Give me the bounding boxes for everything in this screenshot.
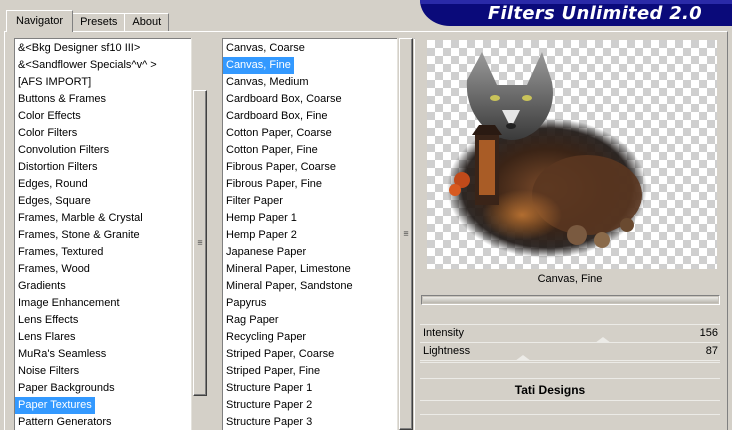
param-value: 87 (705, 345, 718, 357)
category-list-item[interactable]: Buttons & Frames (15, 91, 109, 108)
filter-list[interactable]: Canvas, Coarse Canvas, Fine Canvas, Medium… (222, 38, 415, 430)
banner-title: Filters Unlimited 2.0 (487, 3, 702, 24)
filter-list-item[interactable]: Fibrous Paper, Coarse (223, 159, 339, 176)
filter-list-item[interactable]: Mineral Paper, Sandstone (223, 278, 356, 295)
divider (420, 414, 720, 415)
tab-strip: Navigator Presets About (6, 10, 170, 32)
category-list-item[interactable]: Paper Backgrounds (15, 380, 118, 397)
filter-list-item[interactable]: Canvas, Fine (223, 57, 294, 74)
divider (420, 362, 720, 363)
filter-list-item[interactable]: Striped Paper, Coarse (223, 346, 337, 363)
category-list-item[interactable]: Gradients (15, 278, 69, 295)
divider (420, 400, 720, 401)
param-intensity[interactable]: Intensity 156 (420, 326, 720, 343)
filter-list-item[interactable]: Canvas, Coarse (223, 40, 308, 57)
filter-list-item[interactable]: Recycling Paper (223, 329, 309, 346)
category-list-item[interactable]: Color Filters (15, 125, 80, 142)
category-scrollbar[interactable]: ≡ (191, 38, 208, 430)
param-lightness[interactable]: Lightness 87 (420, 344, 720, 361)
category-list-item[interactable]: Edges, Round (15, 176, 91, 193)
preview-zoom-slider[interactable] (421, 295, 720, 305)
category-list-item[interactable]: &<Sandflower Specials^v^ > (15, 57, 160, 74)
category-list-item[interactable]: Paper Textures (15, 397, 95, 414)
selected-filter-name: Canvas, Fine (537, 273, 603, 285)
category-list-item[interactable]: Lens Flares (15, 329, 78, 346)
category-list-item[interactable]: Frames, Stone & Granite (15, 227, 143, 244)
category-list[interactable]: &<Bkg Designer sf10 III> &<Sandflower Spe… (14, 38, 207, 430)
grip-icon: ≡ (403, 228, 409, 239)
filter-list-item[interactable]: Structure Paper 1 (223, 380, 315, 397)
tab-navigator[interactable]: Navigator (6, 10, 74, 32)
title-banner: Filters Unlimited 2.0 (420, 0, 732, 26)
filter-list-item[interactable]: Papyrus (223, 295, 269, 312)
grip-icon: ≡ (197, 237, 203, 248)
filter-list-item[interactable]: Japanese Paper (223, 244, 309, 261)
category-list-item[interactable]: [AFS IMPORT] (15, 74, 94, 91)
param-label: Intensity (423, 327, 464, 339)
category-list-item[interactable]: Color Effects (15, 108, 84, 125)
category-list-item[interactable]: Frames, Marble & Crystal (15, 210, 146, 227)
category-list-item[interactable]: Distortion Filters (15, 159, 100, 176)
category-list-item[interactable]: Frames, Wood (15, 261, 93, 278)
filter-list-item[interactable]: Mineral Paper, Limestone (223, 261, 354, 278)
filter-list-item[interactable]: Cotton Paper, Coarse (223, 125, 335, 142)
category-list-item[interactable]: Convolution Filters (15, 142, 112, 159)
param-value: 156 (699, 327, 718, 339)
filter-list-item[interactable]: Structure Paper 3 (223, 414, 315, 430)
filter-scrollbar[interactable]: ≡ (397, 38, 414, 430)
slider-tick-icon (515, 355, 531, 361)
category-list-item[interactable]: &<Bkg Designer sf10 III> (15, 40, 143, 57)
preview-image (427, 40, 717, 269)
category-list-item[interactable]: Lens Effects (15, 312, 81, 329)
param-label: Lightness (423, 345, 471, 357)
divider (420, 378, 720, 379)
tab-presets[interactable]: Presets (72, 13, 126, 32)
category-list-item[interactable]: Pattern Generators (15, 414, 115, 430)
category-list-item[interactable]: Frames, Textured (15, 244, 106, 261)
category-scroll-thumb[interactable]: ≡ (193, 90, 207, 396)
filter-list-item[interactable]: Fibrous Paper, Fine (223, 176, 325, 193)
filter-list-item[interactable]: Hemp Paper 1 (223, 210, 300, 227)
category-list-item[interactable]: Edges, Square (15, 193, 94, 210)
wolf-scene-image (447, 52, 647, 258)
filter-list-item[interactable]: Structure Paper 2 (223, 397, 315, 414)
filter-scroll-thumb[interactable]: ≡ (399, 38, 413, 430)
category-list-item[interactable]: Image Enhancement (15, 295, 123, 312)
filter-list-item[interactable]: Canvas, Medium (223, 74, 312, 91)
filter-list-item[interactable]: Filter Paper (223, 193, 286, 210)
category-list-item[interactable]: MuRa's Seamless (15, 346, 109, 363)
filter-list-item[interactable]: Cardboard Box, Coarse (223, 91, 345, 108)
filter-list-item[interactable]: Striped Paper, Fine (223, 363, 323, 380)
divider (420, 324, 720, 325)
slider-tick-icon (595, 337, 611, 343)
filter-list-item[interactable]: Rag Paper (223, 312, 282, 329)
filter-list-item[interactable]: Cotton Paper, Fine (223, 142, 321, 159)
author-credit: Tati Designs (514, 383, 586, 397)
filter-list-item[interactable]: Hemp Paper 2 (223, 227, 300, 244)
slider-track (423, 297, 718, 303)
tab-about[interactable]: About (124, 13, 170, 32)
filter-list-item[interactable]: Cardboard Box, Fine (223, 108, 331, 125)
category-list-item[interactable]: Noise Filters (15, 363, 82, 380)
